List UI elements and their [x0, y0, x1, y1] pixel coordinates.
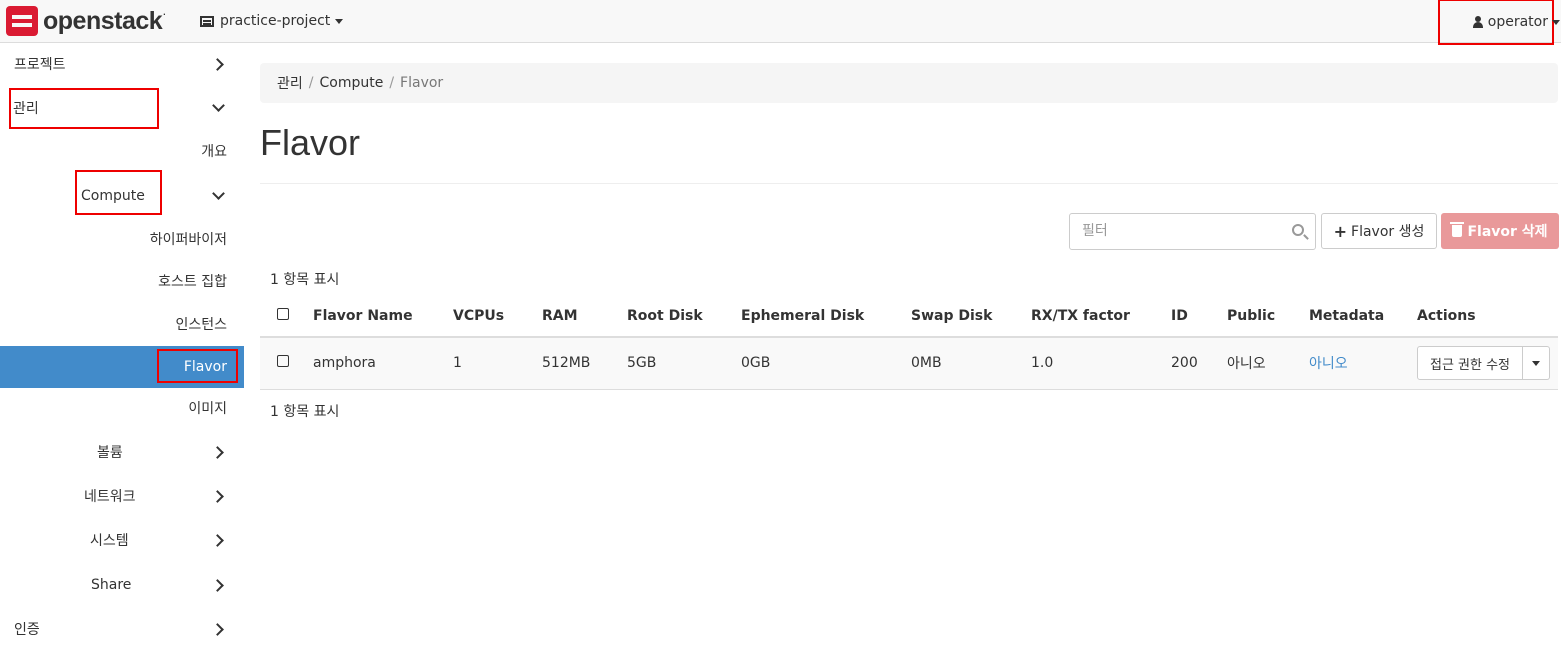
flavor-table: Flavor Name VCPUs RAM Root Disk Ephemera…	[260, 295, 1558, 390]
sidebar-item-label: 프로젝트	[14, 57, 66, 73]
sidebar-item-instances[interactable]: 인스턴스	[0, 303, 244, 345]
col-public[interactable]: Public	[1227, 295, 1309, 338]
col-rxtx-factor[interactable]: RX/TX factor	[1031, 295, 1171, 338]
modify-access-button[interactable]: 접근 권한 수정	[1417, 346, 1523, 381]
col-id[interactable]: ID	[1171, 295, 1227, 338]
table-row: amphora 1 512MB 5GB 0GB 0MB 1.0 200 아니오 …	[260, 337, 1558, 390]
breadcrumb-compute[interactable]: Compute	[319, 75, 383, 91]
sidebar-item-label: 볼륨	[97, 445, 123, 461]
sidebar-item-label: 이미지	[188, 401, 227, 417]
openstack-logo-icon	[6, 6, 38, 36]
sidebar-item-images[interactable]: 이미지	[0, 387, 244, 429]
breadcrumb: 관리 / Compute / Flavor	[260, 63, 1558, 103]
cell-actions: 접근 권한 수정	[1417, 337, 1558, 390]
divider	[260, 183, 1558, 184]
user-dropdown[interactable]: operator	[1438, 0, 1560, 45]
cell-rxtx: 1.0	[1031, 337, 1171, 390]
chevron-right-icon	[211, 445, 224, 459]
project-dropdown[interactable]: practice-project	[200, 11, 344, 31]
user-icon	[1472, 16, 1483, 28]
col-vcpus[interactable]: VCPUs	[453, 295, 542, 338]
sidebar-item-network[interactable]: 네트워크	[0, 475, 244, 517]
select-all-checkbox[interactable]	[277, 307, 289, 320]
sidebar-item-hypervisors[interactable]: 하이퍼바이저	[0, 218, 244, 260]
col-actions: Actions	[1417, 295, 1558, 338]
metadata-link[interactable]: 아니오	[1309, 356, 1348, 372]
sidebar-item-volumes[interactable]: 볼륨	[0, 431, 244, 473]
col-ephemeral-disk[interactable]: Ephemeral Disk	[741, 295, 911, 338]
sidebar-item-label: 하이퍼바이저	[149, 232, 227, 248]
row-actions: 접근 권한 수정	[1417, 346, 1558, 381]
chevron-right-icon	[211, 489, 224, 503]
sidebar-item-label: 호스트 집합	[158, 274, 227, 290]
chevron-right-icon	[211, 57, 224, 71]
sidebar-item-label: 개요	[201, 144, 227, 160]
sidebar-item-identity[interactable]: 인증	[0, 608, 244, 650]
breadcrumb-separator: /	[389, 75, 395, 91]
cell-ram: 512MB	[542, 337, 627, 390]
sidebar-item-project[interactable]: 프로젝트	[0, 43, 244, 85]
logo-text: openstack.	[43, 6, 166, 35]
chevron-down-icon	[212, 99, 225, 112]
sidebar-item-label: 네트워크	[84, 489, 136, 505]
sidebar-item-overview[interactable]: 개요	[0, 130, 244, 172]
trash-icon	[1450, 222, 1465, 237]
chevron-right-icon	[211, 622, 224, 636]
table-header-row: Flavor Name VCPUs RAM Root Disk Ephemera…	[260, 295, 1558, 338]
cell-root-disk: 5GB	[627, 337, 741, 390]
openstack-logo[interactable]: openstack.	[6, 6, 166, 36]
actions-dropdown-toggle[interactable]	[1523, 346, 1550, 381]
project-icon	[200, 15, 214, 27]
breadcrumb-admin[interactable]: 관리	[277, 73, 303, 93]
row-checkbox[interactable]	[277, 355, 289, 368]
sidebar: 프로젝트 관리 개요 Compute 하이퍼바이저 호스트 집합 인스턴스 Fl…	[0, 43, 244, 668]
cell-public: 아니오	[1227, 337, 1309, 390]
cell-swap-disk: 0MB	[911, 337, 1031, 390]
col-ram[interactable]: RAM	[542, 295, 627, 338]
search-icon[interactable]	[1292, 224, 1304, 236]
chevron-right-icon	[211, 578, 224, 592]
highlight-box	[9, 88, 159, 129]
chevron-right-icon	[211, 533, 224, 547]
delete-flavor-button[interactable]: Flavor 삭제	[1441, 213, 1559, 249]
chevron-down-icon	[212, 187, 225, 200]
cell-metadata: 아니오	[1309, 337, 1417, 390]
breadcrumb-flavor: Flavor	[400, 75, 444, 91]
caret-down-icon	[335, 18, 344, 24]
caret-down-icon	[1532, 360, 1540, 366]
cell-ephemeral-disk: 0GB	[741, 337, 911, 390]
project-name: practice-project	[220, 13, 331, 29]
item-count: 1 항목 표시	[270, 272, 340, 288]
user-name: operator	[1487, 14, 1548, 30]
sidebar-item-system[interactable]: 시스템	[0, 519, 244, 561]
highlight-box	[75, 170, 162, 215]
page-title: Flavor	[260, 122, 361, 163]
cell-name: amphora	[313, 337, 453, 390]
select-all-cell	[260, 295, 313, 338]
caret-down-icon	[1552, 20, 1560, 25]
col-flavor-name[interactable]: Flavor Name	[313, 295, 453, 338]
create-flavor-button[interactable]: + Flavor 생성	[1321, 213, 1437, 249]
breadcrumb-separator: /	[308, 75, 314, 91]
col-metadata[interactable]: Metadata	[1309, 295, 1417, 338]
delete-flavor-label: Flavor 삭제	[1467, 224, 1548, 240]
sidebar-item-share[interactable]: Share	[0, 564, 244, 606]
sidebar-item-host-aggregates[interactable]: 호스트 집합	[0, 260, 244, 302]
filter-field[interactable]	[1069, 213, 1316, 250]
top-navbar: openstack. practice-project operator	[0, 0, 1561, 45]
create-flavor-label: Flavor 생성	[1351, 224, 1425, 240]
sidebar-item-label: 인증	[14, 622, 40, 638]
highlight-box	[157, 349, 238, 383]
col-root-disk[interactable]: Root Disk	[627, 295, 741, 338]
filter-input[interactable]	[1082, 214, 1282, 247]
row-select-cell	[260, 337, 313, 390]
plus-icon: +	[1333, 221, 1348, 241]
sidebar-item-label: 시스템	[90, 533, 129, 549]
item-count-footer: 1 항목 표시	[270, 404, 340, 420]
cell-id: 200	[1171, 337, 1227, 390]
cell-vcpus: 1	[453, 337, 542, 390]
col-swap-disk[interactable]: Swap Disk	[911, 295, 1031, 338]
sidebar-item-label: Share	[91, 577, 132, 593]
sidebar-item-label: 인스턴스	[175, 317, 227, 333]
